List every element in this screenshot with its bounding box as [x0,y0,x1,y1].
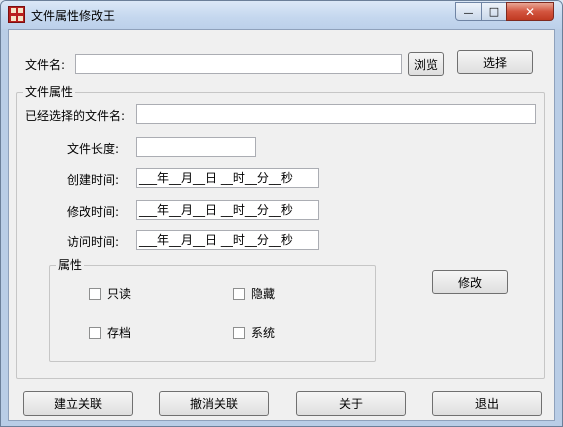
modify-button[interactable]: 修改 [432,270,508,294]
maximize-icon: □ [488,5,500,18]
app-icon [8,6,25,23]
selected-file-input[interactable] [136,104,536,124]
select-button[interactable]: 选择 [457,50,533,74]
system-label: 系统 [251,326,276,340]
readonly-checkbox[interactable]: 只读 [89,285,131,302]
about-button[interactable]: 关于 [296,391,406,416]
archive-check-box[interactable] [89,326,101,339]
hidden-check-box[interactable] [233,287,245,300]
client-area: 文件名: 浏览 选择 文件属性 已经选择的文件名: 文件长度: 创建时间: __… [8,29,555,421]
created-time-input[interactable]: ___年__月__日 __时__分__秒 [136,168,319,188]
file-name-label: 文件名: [25,58,66,72]
file-length-label: 文件长度: [67,142,120,156]
archive-label: 存档 [107,326,132,340]
maximize-button[interactable]: □ [481,2,507,21]
unassociate-button[interactable]: 撤消关联 [159,391,269,416]
attributes-group: 属性 [49,258,376,362]
created-time-label: 创建时间: [67,173,120,187]
modified-time-label: 修改时间: [67,205,120,219]
accessed-time-input[interactable]: ___年__月__日 __时__分__秒 [136,230,319,250]
title-bar[interactable]: 文件属性修改王 — □ ✕ [1,1,562,29]
exit-button[interactable]: 退出 [432,391,542,416]
browse-button[interactable]: 浏览 [408,52,444,76]
hidden-checkbox[interactable]: 隐藏 [233,285,275,302]
minimize-icon: — [463,7,474,19]
attributes-title: 属性 [56,258,85,272]
readonly-check-box[interactable] [89,287,101,300]
system-check-box[interactable] [233,326,245,339]
associate-button[interactable]: 建立关联 [23,391,133,416]
archive-checkbox[interactable]: 存档 [89,324,131,341]
system-checkbox[interactable]: 系统 [233,324,275,341]
app-window: 文件属性修改王 — □ ✕ 文件名: 浏览 选择 文件属性 已经选择的文件名: … [0,0,563,427]
close-button[interactable]: ✕ [506,2,554,21]
readonly-label: 只读 [107,287,132,301]
hidden-label: 隐藏 [251,287,276,301]
file-name-input[interactable] [75,54,402,74]
modified-time-input[interactable]: ___年__月__日 __时__分__秒 [136,200,319,220]
minimize-button[interactable]: — [455,2,482,21]
close-icon: ✕ [524,4,536,19]
window-title: 文件属性修改王 [31,9,116,23]
file-length-input[interactable] [136,137,256,157]
selected-file-label: 已经选择的文件名: [25,109,126,123]
accessed-time-label: 访问时间: [67,235,120,249]
file-properties-title: 文件属性 [23,85,76,99]
